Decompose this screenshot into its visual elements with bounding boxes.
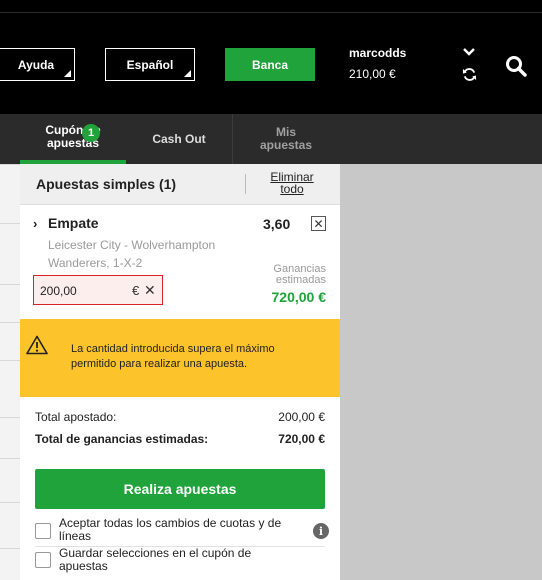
betslip-header: Apuestas simples (1) Eliminar todo xyxy=(20,164,340,205)
tab-my-bets-label-line2: apuestas xyxy=(259,138,313,152)
tab-my-bets-label: Mis apuestas xyxy=(260,126,312,152)
row-divider xyxy=(0,458,20,459)
keep-selections-checkbox[interactable] xyxy=(35,552,51,568)
bank-button[interactable]: Banca xyxy=(225,48,315,81)
potential-returns-label-line2: estimadas xyxy=(275,274,326,286)
accept-odds-changes-line2: líneas xyxy=(59,529,92,543)
search-icon[interactable] xyxy=(505,55,527,77)
stake-value[interactable]: 200,00 xyxy=(40,284,77,298)
help-button-label: Ayuda xyxy=(17,57,55,72)
betslip-tabs: Cupón de apuestas 1 Cash Out Mis apuesta… xyxy=(0,114,542,164)
selection-event: Leicester City - Wolverhampton Wanderers… xyxy=(48,236,238,272)
username[interactable]: marcodds xyxy=(349,46,406,60)
account-balance: 210,00 € xyxy=(349,67,396,81)
tab-my-bets[interactable]: Mis apuestas xyxy=(232,114,340,164)
betslip-count-badge: 1 xyxy=(82,124,100,142)
max-stake-warning: La cantidad introducida supera el máximo… xyxy=(20,319,340,397)
warning-text-line2: permitido para realizar una apuesta. xyxy=(71,358,248,370)
close-icon: ✕ xyxy=(313,216,324,231)
row-divider xyxy=(0,223,20,224)
clear-stake-icon[interactable]: ✕ xyxy=(144,282,156,299)
total-staked-label: Total apostado: xyxy=(35,410,117,424)
row-divider xyxy=(0,164,20,165)
clear-all-line2: todo xyxy=(280,182,304,196)
chevron-down-icon[interactable] xyxy=(462,47,476,57)
warning-text: La cantidad introducida supera el máximo… xyxy=(71,342,321,372)
remove-selection-button[interactable]: ✕ xyxy=(311,216,326,231)
total-returns-value: 720,00 € xyxy=(278,432,325,446)
refresh-icon[interactable] xyxy=(462,67,477,82)
total-returns-label: Total de ganancias estimadas: xyxy=(35,432,209,446)
top-header: Ayuda Español Banca marcodds 210,00 € xyxy=(0,0,542,114)
row-divider xyxy=(0,284,20,285)
stake-input[interactable]: 200,00 € ✕ xyxy=(33,275,163,305)
total-returns-row: Total de ganancias estimadas: 720,00 € xyxy=(35,432,325,446)
tab-my-bets-label-line1: Mis xyxy=(275,125,296,139)
dropdown-corner-icon xyxy=(64,70,71,77)
accept-odds-changes-line1: Aceptar todas los cambios de cuotas y de xyxy=(59,516,282,530)
warning-text-line1: La cantidad introducida supera el máximo xyxy=(71,343,275,355)
potential-returns-value: 720,00 € xyxy=(271,289,327,305)
help-button[interactable]: Ayuda xyxy=(0,48,75,81)
potential-returns-label: Ganancias estimadas xyxy=(246,264,326,286)
background-page-strip xyxy=(0,164,20,580)
language-label: Español xyxy=(126,57,174,72)
row-divider xyxy=(0,502,20,503)
place-bet-label: Realiza apuestas xyxy=(123,481,237,497)
keep-selections-label[interactable]: Guardar selecciones en el cupón de apues… xyxy=(59,547,299,573)
keep-selections-line2: apuestas xyxy=(59,559,108,573)
selection-name: Empate xyxy=(48,215,99,231)
betslip-title: Apuestas simples (1) xyxy=(36,176,177,192)
place-bet-button[interactable]: Realiza apuestas xyxy=(35,469,325,509)
tab-cashout-label: Cash Out xyxy=(152,131,206,146)
chevron-right-icon[interactable]: › xyxy=(33,216,37,231)
row-divider xyxy=(0,548,20,549)
tab-betslip[interactable]: Cupón de apuestas xyxy=(20,114,126,164)
selection-event-line1: Leicester City - Wolverhampton xyxy=(48,238,216,252)
row-divider xyxy=(0,417,20,418)
dropdown-corner-icon xyxy=(184,70,191,77)
selection-odds: 3,60 xyxy=(263,216,291,232)
warning-icon xyxy=(26,335,48,355)
header-divider xyxy=(0,12,542,13)
clear-all-link[interactable]: Eliminar todo xyxy=(260,171,324,195)
selection-event-line2: Wanderers, 1-X-2 xyxy=(48,256,143,270)
accept-odds-changes-checkbox[interactable] xyxy=(35,523,51,539)
betslip-panel: Apuestas simples (1) Eliminar todo › Emp… xyxy=(20,164,340,580)
total-staked-value: 200,00 € xyxy=(278,410,325,424)
row-divider xyxy=(0,360,20,361)
currency-symbol: € xyxy=(132,283,140,298)
accept-odds-changes-label[interactable]: Aceptar todas los cambios de cuotas y de… xyxy=(59,517,299,543)
header-separator xyxy=(245,174,246,194)
language-selector[interactable]: Español xyxy=(105,48,195,81)
keep-selections-line1: Guardar selecciones en el cupón de xyxy=(59,546,252,560)
row-divider xyxy=(0,322,20,323)
info-icon[interactable]: i xyxy=(313,523,329,539)
total-staked-row: Total apostado: 200,00 € xyxy=(35,410,325,424)
bank-button-label: Banca xyxy=(251,57,289,72)
tab-cashout[interactable]: Cash Out xyxy=(126,114,232,164)
